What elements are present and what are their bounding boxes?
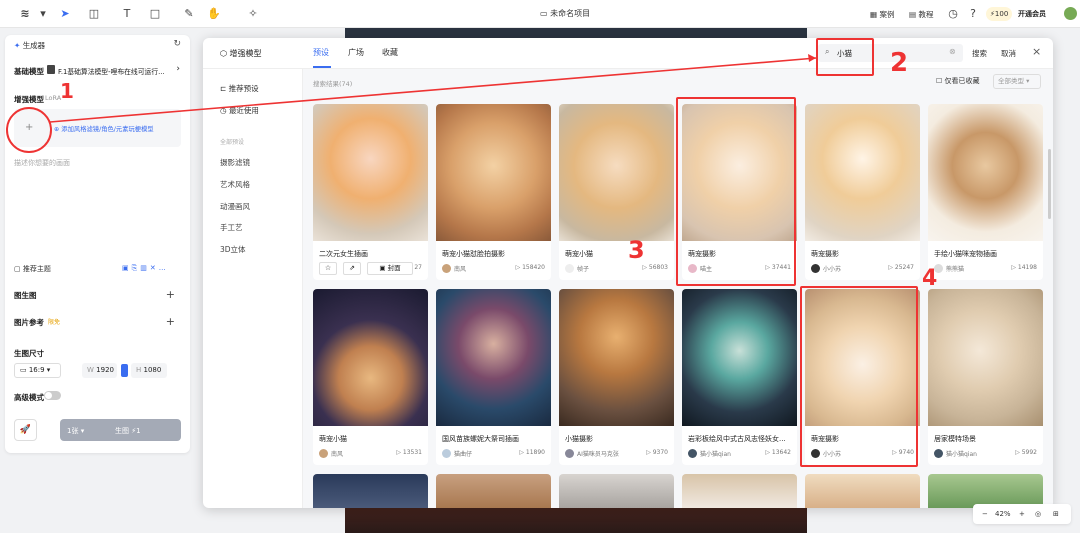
annotation-box-card-3 bbox=[676, 97, 796, 286]
annotation-number-2: 2 bbox=[890, 48, 909, 78]
annotation-circle-1 bbox=[6, 107, 52, 153]
annotation-box-search bbox=[816, 38, 874, 76]
annotation-layer bbox=[6, 54, 817, 153]
annotation-arrowhead bbox=[808, 54, 816, 62]
annotation-number-3: 3 bbox=[628, 236, 645, 264]
annotation-number-1: 1 bbox=[60, 79, 74, 103]
annotation-number-4: 4 bbox=[922, 266, 938, 291]
annotation-box-card-4 bbox=[800, 286, 918, 467]
